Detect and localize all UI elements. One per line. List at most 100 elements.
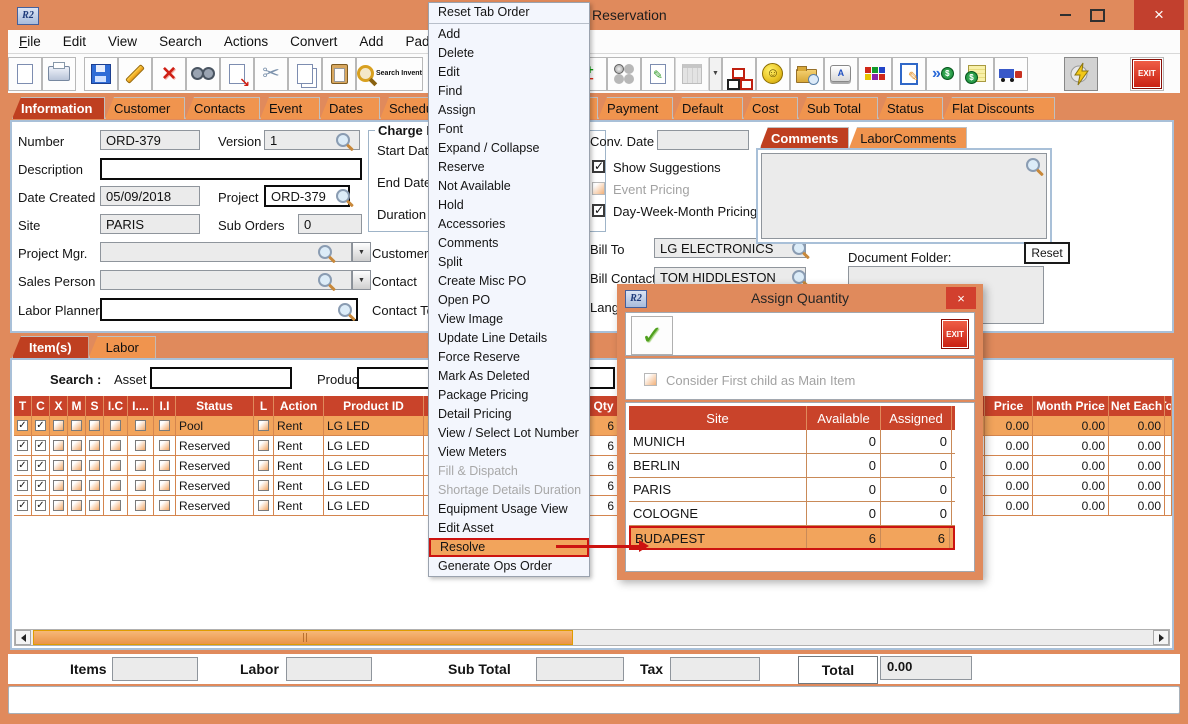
checkbox-ii[interactable] <box>159 440 170 451</box>
menu-item-detail-pricing[interactable]: Detail Pricing <box>429 405 589 424</box>
site-row-cologne[interactable]: COLOGNE00 <box>629 502 955 526</box>
maximize-button[interactable] <box>1082 0 1112 30</box>
site-row-paris[interactable]: PARIS00 <box>629 478 955 502</box>
menu-item-view-meters[interactable]: View Meters <box>429 443 589 462</box>
checkbox-s[interactable] <box>89 440 100 451</box>
checkbox-m[interactable] <box>71 500 82 511</box>
menu-item-package-pricing[interactable]: Package Pricing <box>429 386 589 405</box>
tab-customer[interactable]: Customer <box>105 97 185 119</box>
comments-textarea[interactable] <box>761 153 1047 239</box>
toolbar-transfer-dollar-button[interactable]: »$ <box>926 57 960 91</box>
tab-labor[interactable]: Labor <box>89 336 156 358</box>
toolbar-find-button[interactable] <box>186 57 220 91</box>
checkbox-c[interactable]: ✓ <box>35 460 46 471</box>
menu-item-mark-as-deleted[interactable]: Mark As Deleted <box>429 367 589 386</box>
site-row-budapest[interactable]: BUDAPEST66 <box>629 526 955 550</box>
checkbox-s[interactable] <box>89 460 100 471</box>
scroll-left-button[interactable] <box>15 630 31 645</box>
item-row-2[interactable]: ✓✓ReservedRentLG LEDLG LED60.000.000.00 <box>14 436 1172 456</box>
project-mgr-dropdown[interactable]: ▼ <box>352 242 371 262</box>
sales-person-search-icon[interactable] <box>318 273 332 287</box>
item-row-4[interactable]: ✓✓ReservedRentLG LEDLG LED60.000.000.00 <box>14 476 1172 496</box>
toolbar-edit-button[interactable] <box>118 57 152 91</box>
checkbox-s[interactable] <box>89 420 100 431</box>
menu-item-update-line-details[interactable]: Update Line Details <box>429 329 589 348</box>
toolbar-print-button[interactable] <box>42 57 76 91</box>
tab-item-s[interactable]: Item(s) <box>12 336 89 358</box>
checkbox-c[interactable]: ✓ <box>35 440 46 451</box>
item-row-5[interactable]: ✓✓ReservedRentLG LEDLG LED60.000.000.00 <box>14 496 1172 516</box>
item-row-3[interactable]: ✓✓ReservedRentLG LEDLG LED60.000.000.00 <box>14 456 1172 476</box>
menu-item-hold[interactable]: Hold <box>429 196 589 215</box>
dialog-close-button[interactable]: × <box>946 287 976 309</box>
day-week-month-checkbox[interactable]: ✓ <box>592 204 605 217</box>
menu-item-reserve[interactable]: Reserve <box>429 158 589 177</box>
menu-item-generate-ops-order[interactable]: Generate Ops Order <box>429 557 589 576</box>
checkbox-ii[interactable] <box>159 460 170 471</box>
menu-item-reset-tab-order[interactable]: Reset Tab Order <box>429 3 589 22</box>
menu-item-edit-asset[interactable]: Edit Asset <box>429 519 589 538</box>
checkbox-ic[interactable] <box>110 420 121 431</box>
menu-item-edit[interactable]: Edit <box>429 63 589 82</box>
toolbar-delete-button[interactable]: × <box>152 57 186 91</box>
menu-item-not-available[interactable]: Not Available <box>429 177 589 196</box>
tab-labor-comments[interactable]: LaborComments <box>849 127 967 148</box>
checkbox-t[interactable]: ✓ <box>17 480 28 491</box>
checkbox-m[interactable] <box>71 440 82 451</box>
tab-cost[interactable]: Cost <box>743 97 798 119</box>
checkbox-t[interactable]: ✓ <box>17 500 28 511</box>
toolbar-customer-button[interactable]: ☺ <box>756 57 790 91</box>
minimize-button[interactable] <box>1050 0 1080 30</box>
tab-sub-total[interactable]: Sub Total <box>798 97 878 119</box>
dialog-title-bar[interactable]: R2 Assign Quantity × <box>617 284 983 312</box>
checkbox-s[interactable] <box>89 480 100 491</box>
checkbox-idot[interactable] <box>135 500 146 511</box>
toolbar-paste-button[interactable] <box>322 57 356 91</box>
asset-search-input[interactable] <box>150 367 292 389</box>
dialog-confirm-button[interactable]: ✓ <box>631 316 673 355</box>
checkbox-t[interactable]: ✓ <box>17 420 28 431</box>
site-row-berlin[interactable]: BERLIN00 <box>629 454 955 478</box>
toolbar-search-inventory-button[interactable]: Search Invent <box>356 57 423 91</box>
toolbar-quick-action-button[interactable] <box>1064 57 1098 91</box>
sales-person-combo[interactable] <box>100 270 352 290</box>
checkbox-idot[interactable] <box>135 460 146 471</box>
toolbar-shortcut-key-button[interactable]: A <box>824 57 858 91</box>
toolbar-save-button[interactable] <box>84 57 118 91</box>
checkbox-s[interactable] <box>89 500 100 511</box>
checkbox-idot[interactable] <box>135 480 146 491</box>
tab-status[interactable]: Status <box>878 97 943 119</box>
checkbox-ic[interactable] <box>110 480 121 491</box>
toolbar-hierarchy-button[interactable] <box>722 57 756 91</box>
tab-flat-discounts[interactable]: Flat Discounts <box>943 97 1055 119</box>
checkbox-m[interactable] <box>71 480 82 491</box>
toolbar-cut-button[interactable]: ✂ <box>254 57 288 91</box>
checkbox-ii[interactable] <box>159 480 170 491</box>
checkbox-x[interactable] <box>53 460 64 471</box>
menu-item-create-misc-po[interactable]: Create Misc PO <box>429 272 589 291</box>
checkbox-x[interactable] <box>53 500 64 511</box>
checkbox-m[interactable] <box>71 420 82 431</box>
event-pricing-checkbox[interactable] <box>592 182 605 195</box>
menubar-item-edit[interactable]: Edit <box>52 34 97 49</box>
project-mgr-search-icon[interactable] <box>318 245 332 259</box>
toolbar-invoice-dollar-button[interactable]: $ <box>960 57 994 91</box>
close-button[interactable]: × <box>1134 0 1184 30</box>
menu-item-view-image[interactable]: View Image <box>429 310 589 329</box>
labor-planner-search-icon[interactable] <box>338 303 352 317</box>
toolbar-copy-button[interactable] <box>288 57 322 91</box>
tab-comments[interactable]: Comments <box>760 127 849 148</box>
menu-item-open-po[interactable]: Open PO <box>429 291 589 310</box>
checkbox-c[interactable]: ✓ <box>35 420 46 431</box>
project-mgr-combo[interactable] <box>100 242 352 262</box>
item-row-1[interactable]: ✓✓PoolRentLG LEDLG LED60.000.000.00 <box>14 416 1172 436</box>
tab-information[interactable]: Information <box>12 97 105 119</box>
tab-dates[interactable]: Dates <box>320 97 380 119</box>
toolbar-pool-status-button[interactable] <box>607 57 641 91</box>
checkbox-ii[interactable] <box>159 500 170 511</box>
menubar-item-search[interactable]: Search <box>148 34 213 49</box>
menu-item-expand-collapse[interactable]: Expand / Collapse <box>429 139 589 158</box>
scrollbar-thumb[interactable] <box>33 630 573 645</box>
toolbar-edit-note-button[interactable] <box>892 57 926 91</box>
toolbar-calendar-button[interactable] <box>675 57 709 91</box>
